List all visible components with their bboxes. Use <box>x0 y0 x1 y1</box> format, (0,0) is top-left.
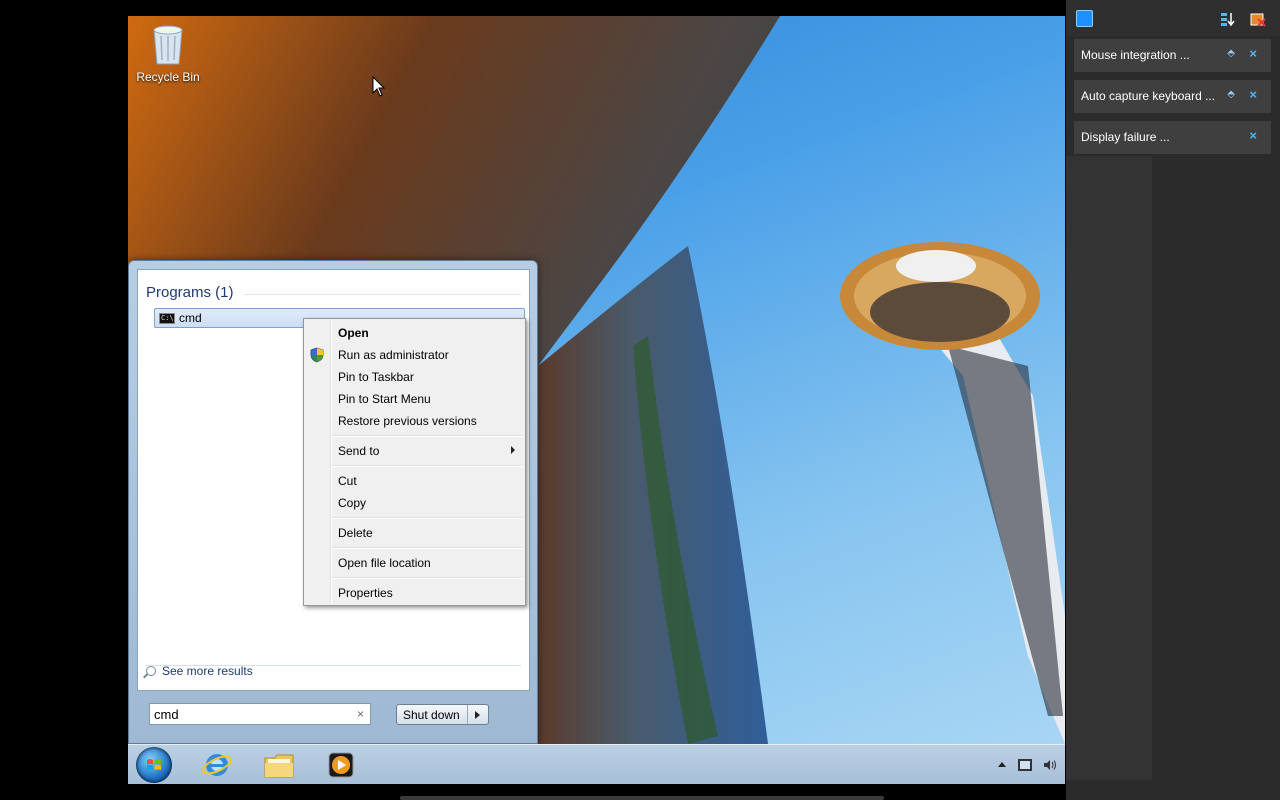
notification-title: Auto capture keyboard ... <box>1081 89 1216 103</box>
submenu-arrow-icon <box>511 446 515 454</box>
heading-divider <box>244 294 521 295</box>
see-more-results-link[interactable]: See more results <box>146 664 253 678</box>
result-item-label: cmd <box>179 311 202 325</box>
context-menu: Open Run as administrator Pin to Taskbar… <box>303 318 526 606</box>
menu-separator <box>332 435 522 437</box>
shut-down-options-arrow-icon[interactable] <box>467 705 488 724</box>
search-icon <box>146 666 156 676</box>
menu-item-cut[interactable]: Cut <box>338 473 357 489</box>
menu-icon-gutter <box>330 321 332 603</box>
start-search-box[interactable]: × <box>149 703 371 725</box>
notification-display-failure[interactable]: Display failure ... × <box>1074 121 1271 154</box>
menu-item-copy[interactable]: Copy <box>338 495 366 511</box>
notification-auto-capture-keyboard[interactable]: Auto capture keyboard ... ⬘ × <box>1074 80 1271 113</box>
menu-item-open-file-location[interactable]: Open file location <box>338 555 431 571</box>
mouse-cursor-icon <box>372 76 386 97</box>
shut-down-label: Shut down <box>403 708 460 722</box>
menu-separator <box>332 465 522 467</box>
pin-notification-icon[interactable]: ⬘ <box>1227 48 1235 59</box>
media-player-icon[interactable] <box>324 749 358 781</box>
close-notification-icon[interactable]: × <box>1249 46 1257 61</box>
programs-heading: Programs (1) <box>146 284 234 301</box>
menu-item-open[interactable]: Open <box>338 325 369 341</box>
clear-search-icon[interactable]: × <box>357 707 364 721</box>
menu-item-pin-to-start-menu[interactable]: Pin to Start Menu <box>338 391 431 407</box>
notification-panel-toolbar <box>1066 0 1280 36</box>
windows-explorer-icon[interactable] <box>262 749 296 781</box>
menu-item-pin-to-taskbar[interactable]: Pin to Taskbar <box>338 369 414 385</box>
recycle-bin-icon <box>151 24 185 66</box>
start-button[interactable] <box>136 747 172 783</box>
recycle-bin[interactable]: Recycle Bin <box>136 24 200 84</box>
menu-item-restore-previous-versions[interactable]: Restore previous versions <box>338 413 477 429</box>
host-window-edge <box>400 796 884 800</box>
network-icon[interactable] <box>1017 758 1032 771</box>
show-hidden-icons-icon[interactable] <box>998 762 1007 768</box>
system-tray <box>990 757 1057 773</box>
windows-logo-icon <box>147 759 161 770</box>
menu-item-properties[interactable]: Properties <box>338 585 393 601</box>
notification-panel: Mouse integration ... ⬘ × Auto capture k… <box>1066 0 1280 800</box>
recycle-bin-label: Recycle Bin <box>136 70 200 84</box>
notification-title: Mouse integration ... <box>1081 48 1190 62</box>
panel-shadow <box>1066 156 1152 780</box>
close-notification-icon[interactable]: × <box>1249 87 1257 102</box>
notification-title: Display failure ... <box>1081 130 1170 144</box>
close-notification-icon[interactable]: × <box>1249 128 1257 143</box>
sort-notifications-icon[interactable] <box>1220 11 1236 27</box>
taskbar <box>128 744 1065 784</box>
menu-item-run-as-administrator[interactable]: Run as administrator <box>338 347 449 363</box>
uac-shield-icon <box>310 347 324 363</box>
menu-item-delete[interactable]: Delete <box>338 525 373 541</box>
notification-mouse-integration[interactable]: Mouse integration ... ⬘ × <box>1074 39 1271 72</box>
internet-explorer-icon[interactable] <box>200 749 234 781</box>
menu-item-send-to[interactable]: Send to <box>338 443 379 459</box>
dismiss-all-icon[interactable] <box>1250 11 1266 27</box>
see-more-label: See more results <box>162 664 253 678</box>
notification-center-icon[interactable] <box>1076 10 1093 27</box>
volume-icon[interactable] <box>1043 759 1057 771</box>
menu-separator <box>332 517 522 519</box>
shut-down-button[interactable]: Shut down <box>396 704 489 725</box>
start-search-input[interactable] <box>154 706 344 722</box>
menu-separator <box>332 577 522 579</box>
command-prompt-icon: C:\ <box>159 313 175 324</box>
menu-separator <box>332 547 522 549</box>
pin-notification-icon[interactable]: ⬘ <box>1227 89 1235 100</box>
